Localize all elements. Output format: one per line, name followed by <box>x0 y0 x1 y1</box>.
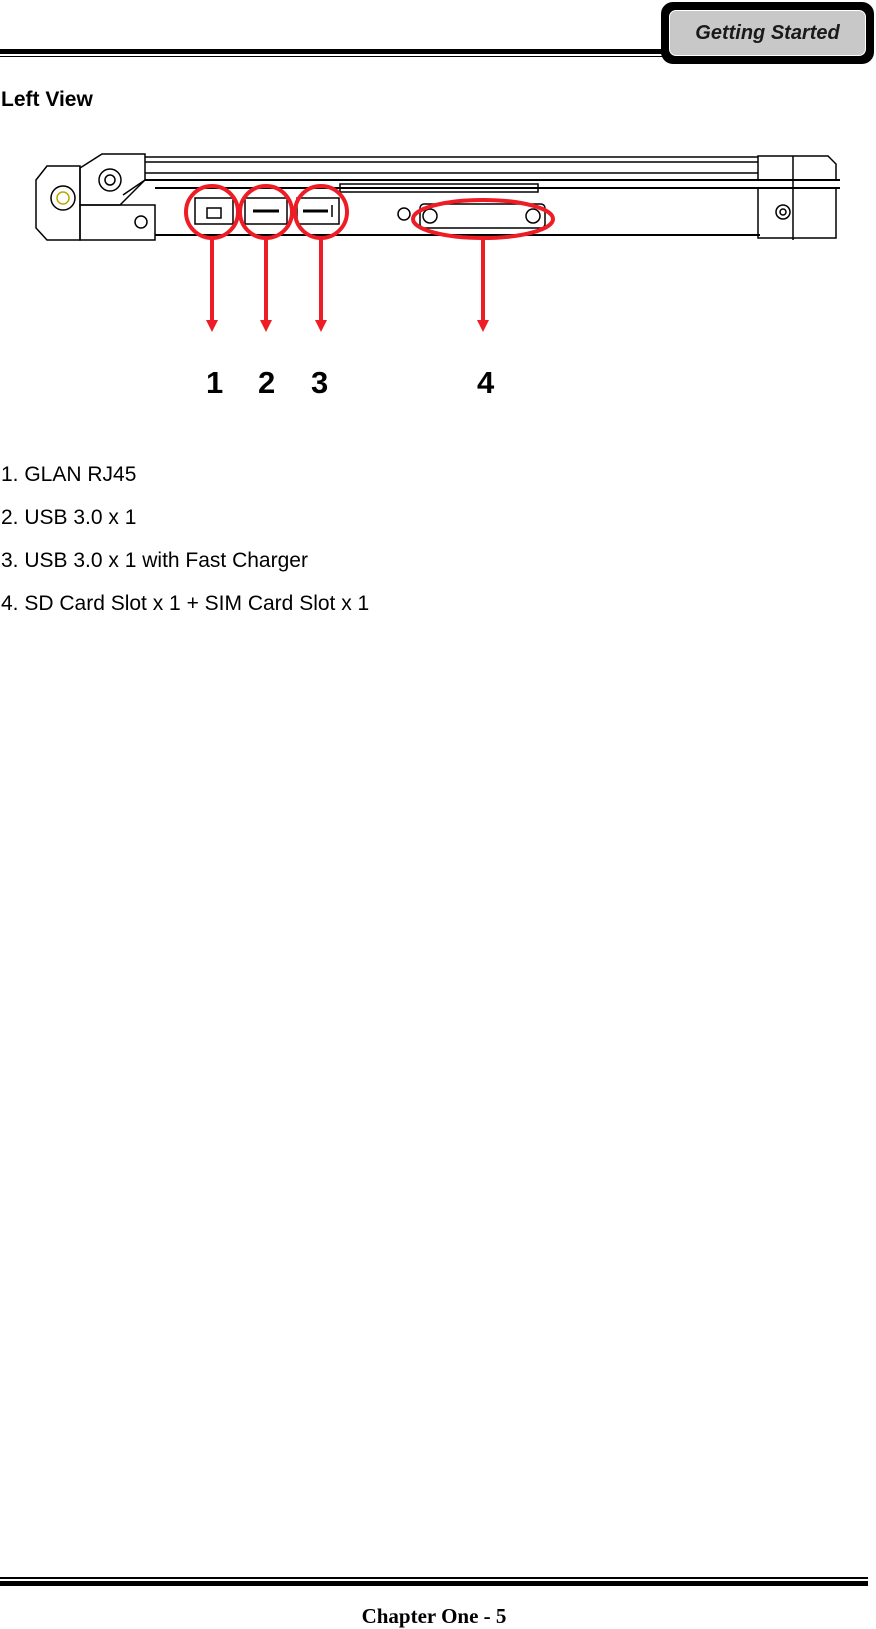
callouts <box>184 184 555 320</box>
laptop-left-view-figure: 1 2 3 4 <box>0 140 876 400</box>
header-rule-thin <box>0 56 670 57</box>
spec-item-usb: 2. USB 3.0 x 1 <box>1 506 137 529</box>
section-tab: Getting Started <box>661 2 874 64</box>
header-rule-thick <box>0 49 670 54</box>
laptop-drawing <box>35 153 840 332</box>
callout-label-2: 2 <box>258 365 276 400</box>
port-spec-list: 1. GLAN RJ45 2. USB 3.0 x 1 3. USB 3.0 x… <box>1 462 369 634</box>
footer-rule-thick <box>0 1581 868 1586</box>
callout-ellipse-4 <box>411 198 555 240</box>
arrowhead-2 <box>260 320 272 332</box>
callout-label-4: 4 <box>477 365 495 400</box>
footer-rule-thin <box>0 1577 868 1579</box>
section-tab-inner: Getting Started <box>669 10 866 56</box>
callout-circle-1 <box>184 184 240 240</box>
hinge-arm <box>79 153 146 206</box>
arrowhead-1 <box>206 320 218 332</box>
spec-item-glan: 1. GLAN RJ45 <box>1 463 137 486</box>
callout-label-1: 1 <box>206 365 224 400</box>
callout-label-3: 3 <box>311 365 329 400</box>
section-tab-label: Getting Started <box>695 21 840 44</box>
arrowhead-4 <box>477 320 489 332</box>
arrowhead-3 <box>315 320 327 332</box>
page-footer: Chapter One - 5 <box>361 1604 507 1628</box>
spec-item-card-slots: 4. SD Card Slot x 1 + SIM Card Slot x 1 <box>1 592 370 615</box>
spec-item-usb-fast-charger: 3. USB 3.0 x 1 with Fast Charger <box>1 549 308 572</box>
hinge-right-block <box>757 155 837 181</box>
hinge-screw-icon <box>50 185 76 211</box>
hinge-base <box>79 204 156 241</box>
lan-port-icon <box>194 197 234 225</box>
page-heading: Left View <box>1 88 93 111</box>
